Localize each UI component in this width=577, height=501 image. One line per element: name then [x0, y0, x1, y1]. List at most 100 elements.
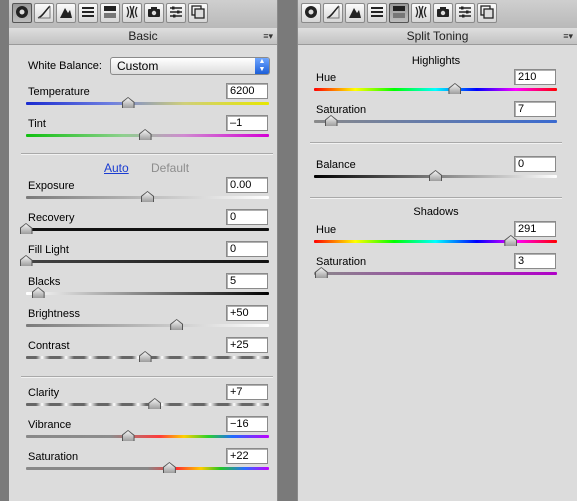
hsl-grayscale-icon[interactable]: [78, 3, 98, 23]
slider-thumb-face: [122, 431, 134, 441]
saturation-label: Saturation: [28, 451, 79, 463]
temperature-slider-track[interactable]: [26, 102, 269, 105]
lens-corrections-icon[interactable]: [122, 3, 142, 23]
slider-thumb-face: [139, 130, 151, 140]
divider: [21, 376, 273, 378]
brightness-slider-track[interactable]: [26, 324, 269, 327]
recovery-slider-thumb[interactable]: [19, 223, 33, 234]
fill-light-slider-track[interactable]: [26, 260, 269, 263]
slider-thumb-face: [32, 288, 44, 298]
exposure-field[interactable]: 0.00: [226, 177, 268, 193]
highlights-saturation-label: Saturation: [316, 104, 367, 116]
tint-slider-thumb[interactable]: [138, 129, 152, 140]
highlights-heading: Highlights: [411, 55, 461, 67]
detail-icon[interactable]: [56, 3, 76, 23]
vibrance-slider-thumb[interactable]: [121, 430, 135, 441]
recovery-field[interactable]: 0: [226, 209, 268, 225]
camera-calibration-icon[interactable]: [433, 3, 453, 23]
contrast-field[interactable]: +25: [226, 337, 268, 353]
split-toning-icon[interactable]: [100, 3, 120, 23]
highlights-hue-slider-thumb[interactable]: [448, 83, 462, 94]
slider-thumb-face: [142, 192, 153, 202]
fill-light-slider-thumb[interactable]: [19, 255, 33, 266]
basic-tab-icon[interactable]: [301, 3, 321, 23]
shadows-heading: Shadows: [413, 206, 459, 218]
highlights-saturation-slider-track[interactable]: [314, 120, 557, 123]
blacks-slider-thumb[interactable]: [31, 287, 45, 298]
shadows-saturation-field[interactable]: 3: [514, 253, 556, 269]
exposure-slider-thumb[interactable]: [141, 191, 154, 202]
vibrance-slider-track[interactable]: [26, 435, 269, 438]
presets-icon[interactable]: [166, 3, 186, 23]
highlights-saturation-field[interactable]: 7: [514, 101, 556, 117]
slider-thumb-face: [20, 256, 32, 266]
shadows-saturation-slider-thumb[interactable]: [314, 267, 328, 278]
shadows-hue-label: Hue: [316, 224, 337, 236]
brightness-field[interactable]: +50: [226, 305, 268, 321]
vibrance-label: Vibrance: [28, 419, 72, 431]
shadows-hue-field[interactable]: 291: [514, 221, 556, 237]
blacks-label: Blacks: [28, 276, 61, 288]
saturation-slider-track[interactable]: [26, 467, 269, 470]
lens-corrections-icon[interactable]: [411, 3, 431, 23]
exposure-label: Exposure: [28, 180, 75, 192]
shadows-hue-slider-track[interactable]: [314, 240, 557, 243]
recovery-slider-track[interactable]: [26, 228, 269, 231]
slider-thumb-face: [122, 98, 134, 108]
recovery-label: Recovery: [28, 212, 75, 224]
contrast-label: Contrast: [28, 340, 70, 352]
slider-thumb-face: [449, 84, 461, 94]
divider: [310, 142, 562, 144]
shadows-saturation-slider-track[interactable]: [314, 272, 557, 275]
divider: [310, 197, 562, 199]
basic-panel: Basic ≡▾ White Balance: Custom ▲ ▼ Temper…: [9, 0, 278, 501]
detail-icon[interactable]: [345, 3, 365, 23]
temperature-field[interactable]: 6200: [226, 83, 268, 99]
clarity-slider-track[interactable]: [26, 403, 269, 406]
presets-icon[interactable]: [455, 3, 475, 23]
shadows-saturation-label: Saturation: [316, 256, 367, 268]
basic-tab-icon[interactable]: [12, 3, 32, 23]
panel-title-bar: Split Toning ≡▾: [298, 28, 577, 45]
temperature-label: Temperature: [28, 86, 90, 98]
temperature-slider-thumb[interactable]: [121, 97, 135, 108]
panel-title: Split Toning: [406, 29, 469, 43]
auto-button[interactable]: Auto: [104, 161, 129, 175]
camera-calibration-icon[interactable]: [144, 3, 164, 23]
saturation-slider-thumb[interactable]: [162, 462, 176, 473]
panel-menu-icon[interactable]: ≡▾: [263, 28, 273, 44]
tone-curve-icon[interactable]: [323, 3, 343, 23]
fill-light-label: Fill Light: [28, 244, 69, 256]
highlights-hue-label: Hue: [316, 72, 337, 84]
hsl-grayscale-icon[interactable]: [367, 3, 387, 23]
clarity-field[interactable]: +7: [226, 384, 268, 400]
split-toning-icon[interactable]: [389, 3, 409, 23]
panel-title-bar: Basic ≡▾: [9, 28, 277, 45]
saturation-field[interactable]: +22: [226, 448, 268, 464]
panel-menu-icon[interactable]: ≡▾: [563, 28, 573, 44]
blacks-slider-track[interactable]: [26, 292, 269, 295]
blacks-field[interactable]: 5: [226, 273, 268, 289]
vibrance-field[interactable]: −16: [226, 416, 268, 432]
fill-light-field[interactable]: 0: [226, 241, 268, 257]
snapshots-icon[interactable]: [188, 3, 208, 23]
tone-curve-icon[interactable]: [34, 3, 54, 23]
white-balance-label: White Balance:: [28, 60, 102, 72]
slider-thumb-face: [20, 224, 32, 234]
panel-title: Basic: [128, 29, 158, 43]
balance-slider-thumb[interactable]: [429, 170, 442, 181]
divider: [21, 153, 273, 155]
brightness-slider-thumb[interactable]: [170, 319, 184, 330]
clarity-slider-thumb[interactable]: [148, 398, 162, 409]
snapshots-icon[interactable]: [477, 3, 497, 23]
highlights-hue-slider-track[interactable]: [314, 88, 557, 91]
white-balance-select[interactable]: Custom ▲ ▼: [110, 57, 270, 75]
default-button[interactable]: Default: [151, 161, 189, 175]
contrast-slider-thumb[interactable]: [138, 351, 152, 362]
brightness-label: Brightness: [28, 308, 80, 320]
balance-field[interactable]: 0: [514, 156, 556, 172]
highlights-saturation-slider-thumb[interactable]: [324, 115, 338, 126]
tint-field[interactable]: –1: [226, 115, 268, 131]
highlights-hue-field[interactable]: 210: [514, 69, 556, 85]
split-toning-panel: Split Toning ≡▾ Highlights Shadows Hue 21…: [297, 0, 577, 501]
